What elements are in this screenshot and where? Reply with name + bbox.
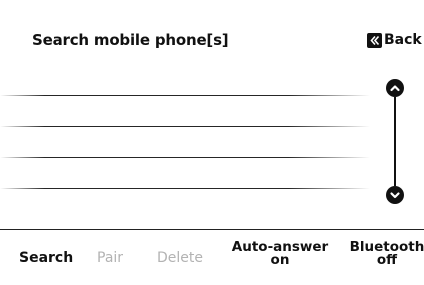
scrollbar-track[interactable]	[394, 97, 396, 186]
auto-answer-button[interactable]: Auto-answer on	[232, 240, 328, 268]
device-list	[0, 66, 370, 226]
page-title: Search mobile phone[s]	[32, 31, 229, 49]
list-item[interactable]	[0, 97, 370, 127]
list-item[interactable]	[0, 66, 370, 96]
search-button[interactable]: Search	[19, 250, 73, 266]
list-item[interactable]	[0, 159, 370, 189]
list-divider	[0, 157, 370, 158]
back-label: Back	[384, 32, 422, 48]
list-divider	[0, 188, 370, 189]
scroll-up-button[interactable]	[386, 79, 404, 97]
back-arrow-icon	[367, 32, 382, 48]
list-divider	[0, 126, 370, 127]
chevron-down-icon	[390, 192, 400, 199]
list-divider	[0, 95, 370, 96]
phone-search-screen: Search mobile phone[s] Back Search Pair …	[0, 0, 424, 285]
bottom-action-bar: Search Pair Delete Auto-answer on Blueto…	[0, 230, 424, 285]
auto-answer-state: on	[270, 252, 290, 268]
scroll-down-button[interactable]	[386, 186, 404, 204]
pair-button[interactable]: Pair	[97, 250, 123, 266]
bluetooth-button[interactable]: Bluetooth off	[346, 240, 424, 268]
delete-button[interactable]: Delete	[157, 250, 203, 266]
bluetooth-state: off	[376, 252, 398, 268]
list-item[interactable]	[0, 128, 370, 158]
chevron-up-icon	[390, 85, 400, 92]
back-button[interactable]: Back	[367, 30, 422, 50]
